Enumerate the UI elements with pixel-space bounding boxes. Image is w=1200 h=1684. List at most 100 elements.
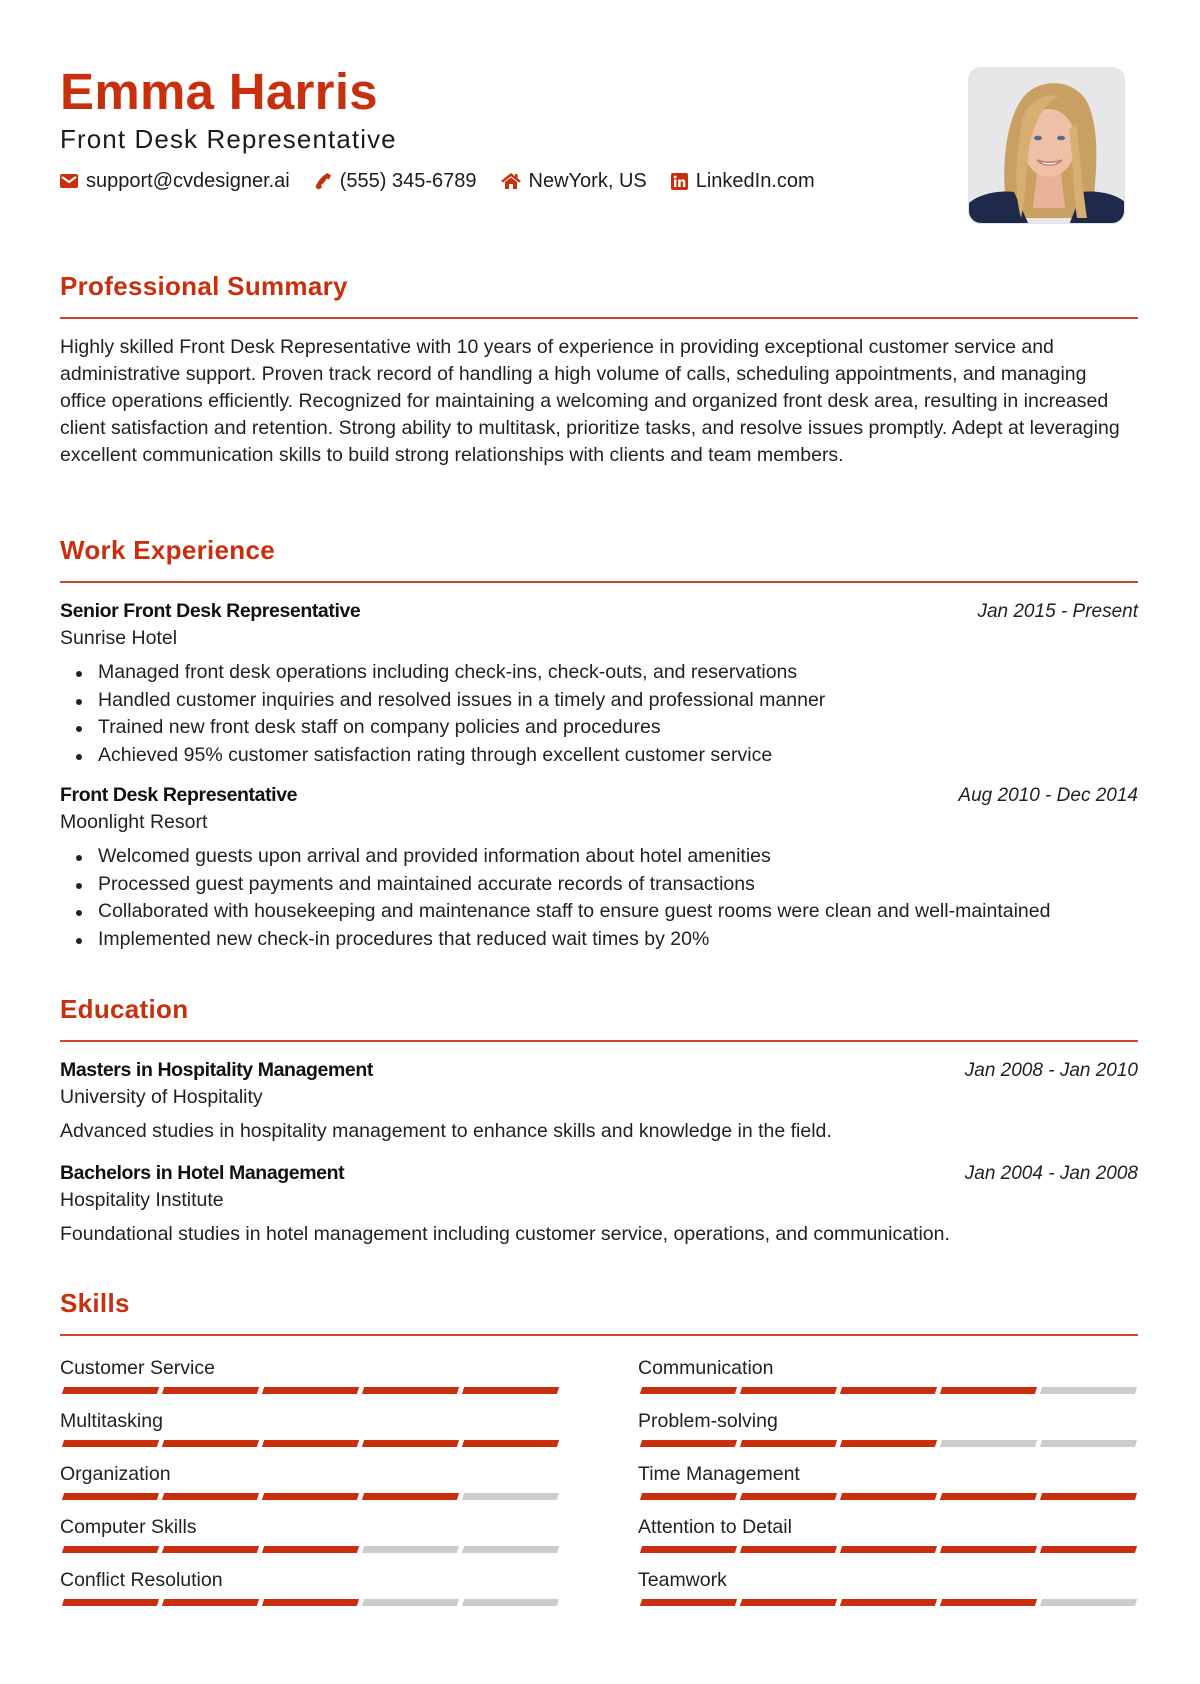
skill-segment-empty bbox=[1039, 1599, 1138, 1606]
skill-level-bar bbox=[60, 1599, 560, 1606]
school-name: Hospitality Institute bbox=[60, 1189, 224, 1211]
skill-segment-filled bbox=[61, 1493, 160, 1500]
skill-segment-filled bbox=[939, 1387, 1038, 1394]
job-bullet: Achieved 95% customer satisfaction ratin… bbox=[60, 742, 1138, 770]
summary-text: Highly skilled Front Desk Representative… bbox=[60, 336, 1120, 466]
skill-level-bar bbox=[60, 1493, 560, 1500]
skill-segment-filled bbox=[361, 1387, 460, 1394]
skill-segment-filled bbox=[839, 1387, 938, 1394]
resume-page: Emma Harris Front Desk Representative su… bbox=[60, 0, 1138, 1606]
skill-name: Communication bbox=[638, 1357, 774, 1379]
skill-item: Attention to Detail bbox=[638, 1515, 1138, 1553]
skill-segment-filled bbox=[461, 1387, 560, 1394]
education-section: Education Masters in Hospitality Managem… bbox=[60, 996, 1138, 1248]
skill-segment-filled bbox=[61, 1440, 160, 1447]
skill-segment-filled bbox=[1039, 1546, 1138, 1553]
skill-segment-filled bbox=[939, 1546, 1038, 1553]
skill-item: Communication bbox=[638, 1356, 1138, 1394]
skill-name: Computer Skills bbox=[60, 1516, 197, 1538]
home-icon bbox=[500, 173, 521, 189]
phone-text: (555) 345-6789 bbox=[339, 170, 477, 192]
skill-segment-filled bbox=[939, 1599, 1038, 1606]
skill-segment-filled bbox=[161, 1546, 260, 1553]
profile-photo bbox=[968, 67, 1125, 224]
skill-segment-filled bbox=[161, 1440, 260, 1447]
work-experience-section: Work Experience Senior Front Desk Repres… bbox=[60, 537, 1138, 953]
skill-segment-filled bbox=[739, 1546, 838, 1553]
job-bullet: Trained new front desk staff on company … bbox=[60, 714, 1138, 742]
skill-level-bar bbox=[638, 1440, 1138, 1447]
skill-level-bar bbox=[638, 1387, 1138, 1394]
section-divider bbox=[60, 1334, 1138, 1336]
skill-segment-filled bbox=[839, 1493, 938, 1500]
job-bullet: Implemented new check-in procedures that… bbox=[60, 926, 1138, 954]
skill-segment-empty bbox=[1039, 1387, 1138, 1394]
resume-header: Emma Harris Front Desk Representative su… bbox=[60, 0, 1138, 240]
skill-item: Computer Skills bbox=[60, 1515, 560, 1553]
skill-item: Teamwork bbox=[638, 1568, 1138, 1606]
section-divider bbox=[60, 581, 1138, 583]
skill-name: Conflict Resolution bbox=[60, 1569, 223, 1591]
skill-name: Organization bbox=[60, 1463, 171, 1485]
skill-segment-filled bbox=[739, 1493, 838, 1500]
skill-segment-empty bbox=[361, 1546, 460, 1553]
contact-row: support@cvdesigner.ai (555) 345-6789 New… bbox=[60, 171, 815, 191]
contact-email[interactable]: support@cvdesigner.ai bbox=[60, 171, 290, 191]
education-dates: Jan 2004 - Jan 2008 bbox=[964, 1163, 1138, 1184]
portrait-illustration bbox=[969, 68, 1124, 223]
linkedin-icon bbox=[670, 172, 688, 190]
job-dates: Aug 2010 - Dec 2014 bbox=[958, 785, 1138, 806]
contact-linkedin[interactable]: LinkedIn.com bbox=[670, 170, 815, 192]
education-description: Advanced studies in hospitality manageme… bbox=[60, 1120, 832, 1142]
skill-segment-filled bbox=[839, 1599, 938, 1606]
job-bullet: Welcomed guests upon arrival and provide… bbox=[60, 843, 1138, 871]
skill-segment-filled bbox=[639, 1387, 738, 1394]
skill-item: Organization bbox=[60, 1462, 560, 1500]
skill-segment-filled bbox=[261, 1599, 360, 1606]
education-dates: Jan 2008 - Jan 2010 bbox=[964, 1060, 1138, 1081]
skill-segment-filled bbox=[361, 1493, 460, 1500]
skill-segment-empty bbox=[361, 1599, 460, 1606]
skill-segment-filled bbox=[261, 1387, 360, 1394]
skill-segment-empty bbox=[461, 1599, 560, 1606]
skill-level-bar bbox=[638, 1599, 1138, 1606]
skill-segment-filled bbox=[61, 1546, 160, 1553]
skill-segment-empty bbox=[461, 1546, 560, 1553]
skill-segment-empty bbox=[1039, 1440, 1138, 1447]
skill-name: Time Management bbox=[638, 1463, 800, 1485]
skill-item: Customer Service bbox=[60, 1356, 560, 1394]
skill-segment-filled bbox=[61, 1599, 160, 1606]
section-heading: Education bbox=[60, 994, 189, 1024]
skill-segment-filled bbox=[161, 1599, 260, 1606]
job-bullets: Welcomed guests upon arrival and provide… bbox=[60, 843, 1138, 953]
education-description: Foundational studies in hotel management… bbox=[60, 1223, 950, 1245]
job-bullet: Managed front desk operations including … bbox=[60, 659, 1138, 687]
skill-segment-filled bbox=[639, 1493, 738, 1500]
skill-name: Customer Service bbox=[60, 1357, 215, 1379]
skill-segment-filled bbox=[839, 1546, 938, 1553]
contact-location[interactable]: NewYork, US bbox=[500, 171, 647, 191]
skill-segment-filled bbox=[639, 1440, 738, 1447]
skill-level-bar bbox=[60, 1546, 560, 1553]
candidate-name: Emma Harris bbox=[60, 63, 378, 120]
skill-level-bar bbox=[60, 1387, 560, 1394]
section-heading: Work Experience bbox=[60, 535, 276, 565]
skill-name: Problem-solving bbox=[638, 1410, 778, 1432]
skill-name: Teamwork bbox=[638, 1569, 727, 1591]
skill-segment-filled bbox=[639, 1599, 738, 1606]
candidate-title: Front Desk Representative bbox=[60, 124, 397, 154]
skill-segment-filled bbox=[161, 1387, 260, 1394]
skill-segment-filled bbox=[739, 1599, 838, 1606]
phone-icon bbox=[314, 172, 332, 190]
contact-phone[interactable]: (555) 345-6789 bbox=[314, 171, 477, 191]
section-heading: Skills bbox=[60, 1288, 130, 1318]
company-name: Sunrise Hotel bbox=[60, 627, 178, 649]
skill-level-bar bbox=[638, 1493, 1138, 1500]
linkedin-text: LinkedIn.com bbox=[695, 170, 815, 192]
email-text: support@cvdesigner.ai bbox=[86, 170, 290, 192]
job-title: Senior Front Desk Representative bbox=[60, 600, 361, 622]
job-bullets: Managed front desk operations including … bbox=[60, 659, 1138, 769]
section-divider bbox=[60, 317, 1138, 319]
skill-segment-filled bbox=[639, 1546, 738, 1553]
skill-segment-filled bbox=[361, 1440, 460, 1447]
